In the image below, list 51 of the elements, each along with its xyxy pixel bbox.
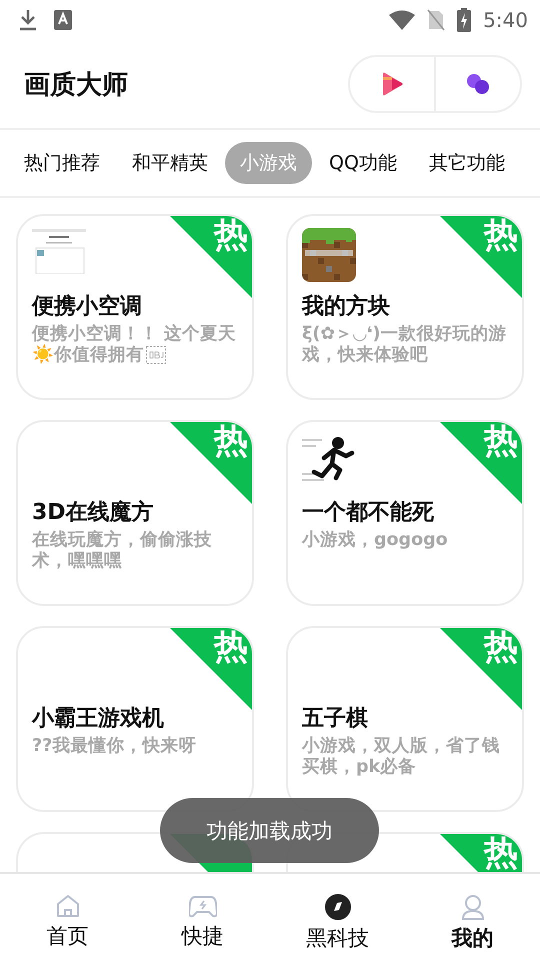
game-title: 便携小空调: [32, 294, 143, 320]
circles-icon: [466, 73, 490, 95]
category-tab[interactable]: 和平精英: [117, 142, 223, 184]
grass-block-icon: [302, 228, 356, 282]
battery-charging-icon: [457, 8, 472, 32]
hot-label: 热: [214, 218, 248, 252]
download-icon: [18, 8, 38, 32]
game-card[interactable]: 热 我的方块 ξ(✿＞◡❛)一款很好玩的游戏，快来体验吧: [286, 214, 524, 400]
home-icon: [54, 894, 80, 918]
game-title: 小霸王游戏机: [32, 706, 165, 732]
running-figure-icon: [302, 434, 356, 484]
game-title: 我的方块: [302, 294, 391, 320]
nav-tab[interactable]: 快捷: [135, 874, 270, 960]
game-card[interactable]: 热 小霸王游戏机 ??我最懂你，快来呀: [16, 626, 254, 812]
hot-label: 热: [484, 836, 518, 870]
category-tab[interactable]: 其它功能: [414, 142, 520, 184]
hot-label: 热: [214, 424, 248, 458]
hot-label: 热: [214, 630, 248, 664]
game-description: 在线玩魔方，偷偷涨技术，嘿嘿嘿: [32, 530, 213, 571]
object-placeholder-icon: [146, 346, 166, 364]
category-tab[interactable]: 热门推荐: [9, 142, 115, 184]
hot-label: 热: [484, 630, 518, 664]
nav-tab[interactable]: 黑科技: [270, 874, 405, 960]
no-sim-icon: [427, 9, 446, 31]
compass-icon: [324, 894, 350, 920]
nav-tab[interactable]: 我的: [405, 874, 540, 960]
play-icon: [381, 72, 403, 96]
gamepad-icon: [188, 894, 216, 918]
game-card[interactable]: 热 3D在线魔方 在线玩魔方，偷偷涨技术，嘿嘿嘿: [16, 420, 254, 606]
game-description: 便携小空调！！ 这个夏天☀你值得拥有: [32, 324, 238, 365]
game-card[interactable]: 热 五子棋 小游戏，双人版，省了钱买棋，pk必备: [286, 626, 524, 812]
keyboard-icon: [54, 10, 72, 30]
game-title: 3D在线魔方: [32, 500, 155, 526]
category-tab[interactable]: QQ功能: [314, 142, 412, 184]
game-description: ξ(✿＞◡❛)一款很好玩的游戏，快来体验吧: [302, 324, 508, 365]
nav-tab[interactable]: 首页: [0, 874, 135, 960]
screenshot-thumbnail: [32, 228, 86, 274]
hot-label: 热: [484, 218, 518, 252]
game-description: ??我最懂你，快来呀: [32, 736, 198, 757]
clock-time: 5:40: [483, 8, 528, 32]
hot-label: 热: [484, 424, 518, 458]
app-title: 画质大师: [24, 68, 129, 102]
wifi-icon: [389, 10, 416, 30]
game-card[interactable]: 热 便携小空调 便携小空调！！ 这个夏天☀你值得拥有: [16, 214, 254, 400]
game-card[interactable]: 热 一个都不能死 小游戏，gogogo: [286, 420, 524, 606]
game-description: 小游戏，双人版，省了钱买棋，pk必备: [302, 736, 501, 777]
game-title: 一个都不能死: [302, 500, 435, 526]
status-toast: 功能加载成功: [160, 798, 379, 863]
game-title: 五子棋: [302, 706, 369, 732]
game-description: 小游戏，gogogo: [302, 530, 449, 551]
person-icon: [460, 894, 484, 920]
